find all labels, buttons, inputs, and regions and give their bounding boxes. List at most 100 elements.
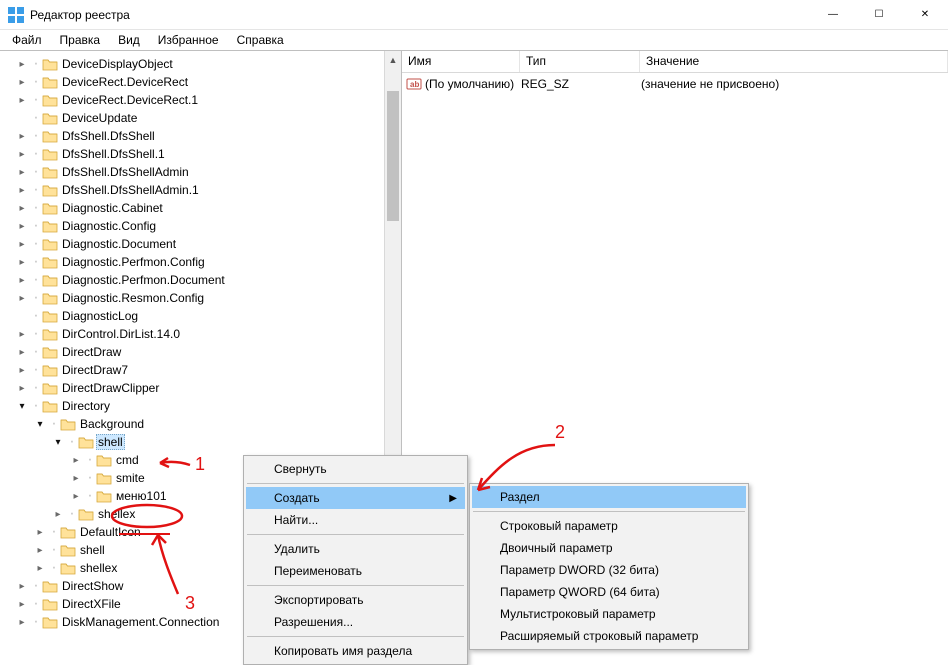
tree-node[interactable]: ▸·DirectDraw7: [0, 361, 401, 379]
col-value[interactable]: Значение: [640, 51, 948, 72]
chevron-right-icon[interactable]: ▸: [14, 326, 30, 342]
cm-create[interactable]: Создать ▶: [246, 487, 465, 509]
cm-delete[interactable]: Удалить: [246, 538, 465, 560]
chevron-right-icon[interactable]: ▸: [14, 146, 30, 162]
value-type: REG_SZ: [521, 77, 641, 91]
sm-dword[interactable]: Параметр DWORD (32 бита): [472, 559, 746, 581]
folder-icon: [60, 416, 76, 432]
folder-icon: [96, 452, 112, 468]
scroll-up-icon[interactable]: ▲: [385, 51, 401, 68]
cm-find[interactable]: Найти...: [246, 509, 465, 531]
tree-node[interactable]: ▸·Diagnostic.Cabinet: [0, 199, 401, 217]
cm-collapse[interactable]: Свернуть: [246, 458, 465, 480]
tree-node[interactable]: ▸·DeviceRect.DeviceRect.1: [0, 91, 401, 109]
chevron-right-icon[interactable]: ▸: [14, 236, 30, 252]
maximize-button[interactable]: ☐: [856, 0, 902, 29]
sm-string[interactable]: Строковый параметр: [472, 515, 746, 537]
chevron-right-icon[interactable]: ▸: [14, 200, 30, 216]
folder-icon: [42, 308, 58, 324]
tree-node[interactable]: ▸·DeviceRect.DeviceRect: [0, 73, 401, 91]
minimize-button[interactable]: —: [810, 0, 856, 29]
tree-node-label: shellex: [78, 561, 119, 575]
tree-node-label: DiagnosticLog: [60, 309, 140, 323]
scroll-thumb[interactable]: [387, 91, 399, 221]
tree-connector: ·: [30, 615, 42, 629]
chevron-right-icon[interactable]: ▸: [68, 452, 84, 468]
cm-copy-key-name[interactable]: Копировать имя раздела: [246, 640, 465, 662]
chevron-down-icon[interactable]: ▾: [32, 416, 48, 432]
chevron-right-icon[interactable]: ▸: [14, 74, 30, 90]
chevron-right-icon[interactable]: ▸: [14, 56, 30, 72]
col-name[interactable]: Имя: [402, 51, 520, 72]
chevron-right-icon[interactable]: ▸: [14, 128, 30, 144]
close-button[interactable]: ✕: [902, 0, 948, 29]
chevron-right-icon[interactable]: ▸: [14, 362, 30, 378]
sm-binary[interactable]: Двоичный параметр: [472, 537, 746, 559]
menu-file[interactable]: Файл: [4, 32, 50, 48]
sm-qword[interactable]: Параметр QWORD (64 бита): [472, 581, 746, 603]
tree-node[interactable]: ▸·Diagnostic.Document: [0, 235, 401, 253]
chevron-right-icon[interactable]: ▸: [14, 164, 30, 180]
tree-node-label: Diagnostic.Cabinet: [60, 201, 165, 215]
chevron-right-icon[interactable]: ▸: [14, 290, 30, 306]
chevron-right-icon[interactable]: ▸: [14, 380, 30, 396]
folder-icon: [42, 182, 58, 198]
sm-key[interactable]: Раздел: [472, 486, 746, 508]
chevron-right-icon[interactable]: ▸: [14, 182, 30, 198]
folder-icon: [60, 542, 76, 558]
sm-multi[interactable]: Мультистроковый параметр: [472, 603, 746, 625]
sm-key-label: Раздел: [500, 490, 540, 504]
chevron-right-icon[interactable]: ▸: [14, 92, 30, 108]
tree-node[interactable]: ·DeviceUpdate: [0, 109, 401, 127]
cm-rename[interactable]: Переименовать: [246, 560, 465, 582]
menubar: Файл Правка Вид Избранное Справка: [0, 30, 948, 50]
sm-expand[interactable]: Расширяемый строковый параметр: [472, 625, 746, 647]
tree-node[interactable]: ▸·DfsShell.DfsShellAdmin: [0, 163, 401, 181]
chevron-down-icon[interactable]: ▾: [14, 398, 30, 414]
menu-edit[interactable]: Правка: [52, 32, 109, 48]
folder-icon: [42, 398, 58, 414]
tree-node[interactable]: ▸·Diagnostic.Resmon.Config: [0, 289, 401, 307]
chevron-right-icon[interactable]: ▸: [14, 614, 30, 630]
chevron-right-icon[interactable]: ▸: [14, 272, 30, 288]
tree-node[interactable]: ▸·Diagnostic.Config: [0, 217, 401, 235]
cm-export[interactable]: Экспортировать: [246, 589, 465, 611]
chevron-right-icon[interactable]: ▸: [14, 254, 30, 270]
chevron-right-icon[interactable]: ▸: [14, 344, 30, 360]
menu-favorites[interactable]: Избранное: [150, 32, 227, 48]
tree-node[interactable]: ▸·Diagnostic.Perfmon.Config: [0, 253, 401, 271]
menu-help[interactable]: Справка: [229, 32, 292, 48]
chevron-right-icon[interactable]: ▸: [14, 218, 30, 234]
menu-view[interactable]: Вид: [110, 32, 148, 48]
tree-node[interactable]: ▾·shell: [0, 433, 401, 451]
value-name: (По умолчанию): [425, 77, 521, 91]
chevron-right-icon[interactable]: ▸: [68, 488, 84, 504]
tree-node[interactable]: ▸·DfsShell.DfsShell: [0, 127, 401, 145]
cm-permissions[interactable]: Разрешения...: [246, 611, 465, 633]
tree-node[interactable]: ▸·DirectDraw: [0, 343, 401, 361]
chevron-down-icon[interactable]: ▾: [50, 434, 66, 450]
tree-node[interactable]: ·DiagnosticLog: [0, 307, 401, 325]
folder-icon: [42, 614, 58, 630]
chevron-right-icon[interactable]: ▸: [14, 578, 30, 594]
tree-node[interactable]: ▸·DfsShell.DfsShellAdmin.1: [0, 181, 401, 199]
chevron-right-icon[interactable]: ▸: [14, 596, 30, 612]
tree-node[interactable]: ▸·Diagnostic.Perfmon.Document: [0, 271, 401, 289]
tree-node-label: DirectDraw7: [60, 363, 130, 377]
tree-node[interactable]: ▾·Directory: [0, 397, 401, 415]
cm-export-label: Экспортировать: [274, 593, 364, 607]
chevron-right-icon[interactable]: ▸: [68, 470, 84, 486]
chevron-right-icon[interactable]: ▸: [32, 542, 48, 558]
tree-node[interactable]: ▸·DfsShell.DfsShell.1: [0, 145, 401, 163]
cm-sep: [247, 585, 464, 586]
chevron-right-icon[interactable]: ▸: [50, 506, 66, 522]
list-row[interactable]: ab (По умолчанию) REG_SZ (значение не пр…: [402, 75, 948, 93]
col-type[interactable]: Тип: [520, 51, 640, 72]
tree-node[interactable]: ▸·DirectDrawClipper: [0, 379, 401, 397]
tree-connector: ·: [30, 381, 42, 395]
chevron-right-icon[interactable]: ▸: [32, 524, 48, 540]
chevron-right-icon[interactable]: ▸: [32, 560, 48, 576]
tree-node[interactable]: ▸·DeviceDisplayObject: [0, 55, 401, 73]
tree-node[interactable]: ▸·DirControl.DirList.14.0: [0, 325, 401, 343]
tree-node[interactable]: ▾·Background: [0, 415, 401, 433]
